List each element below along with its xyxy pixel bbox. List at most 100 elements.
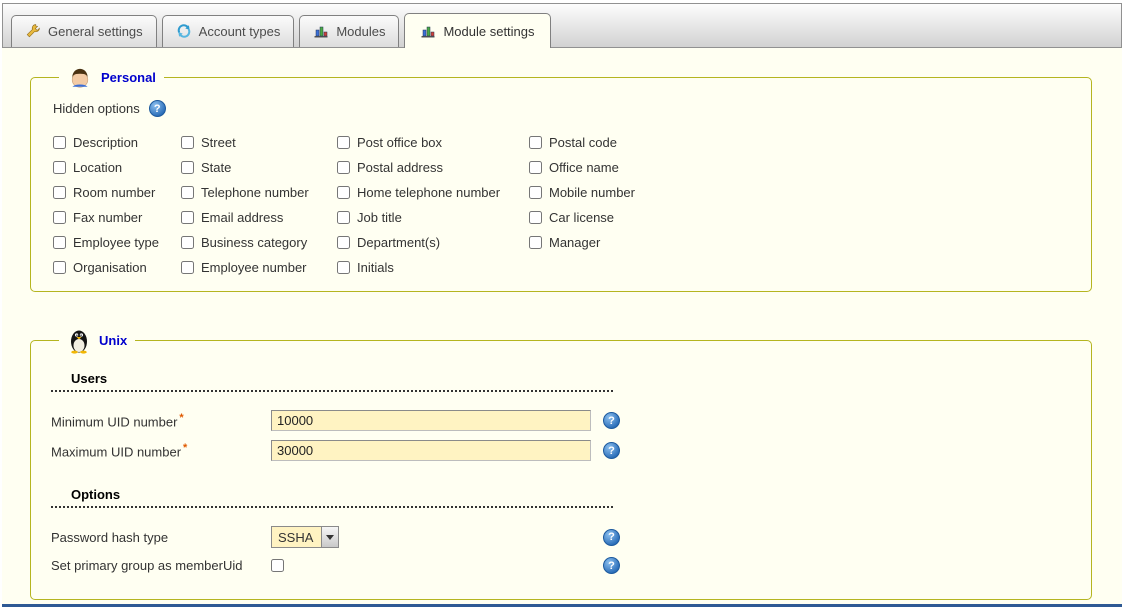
tab-label: General settings xyxy=(48,24,143,39)
checkbox[interactable] xyxy=(53,211,66,224)
tab-label: Account types xyxy=(199,24,281,39)
tux-penguin-icon xyxy=(67,326,91,355)
checkbox[interactable] xyxy=(529,161,542,174)
tab-general-settings[interactable]: General settings xyxy=(11,15,157,47)
max-uid-row: Maximum UID number* ? xyxy=(51,440,1073,461)
checkbox-label: Manager xyxy=(549,235,600,250)
tab-label: Modules xyxy=(336,24,385,39)
checkbox[interactable] xyxy=(529,136,542,149)
checkbox-label: Fax number xyxy=(73,210,142,225)
checkbox-label: Employee type xyxy=(73,235,159,250)
checkbox[interactable] xyxy=(337,186,350,199)
personal-legend-label: Personal xyxy=(101,70,156,85)
options-section-heading: Options xyxy=(51,487,613,508)
checkbox-item-location[interactable]: Location xyxy=(53,160,181,175)
help-icon[interactable]: ? xyxy=(603,412,620,429)
max-uid-input[interactable] xyxy=(271,440,591,461)
checkbox-label: Office name xyxy=(549,160,619,175)
checkbox[interactable] xyxy=(181,261,194,274)
checkbox-item-employee-type[interactable]: Employee type xyxy=(53,235,181,250)
checkbox[interactable] xyxy=(337,211,350,224)
checkbox-label: Email address xyxy=(201,210,283,225)
checkbox[interactable] xyxy=(181,211,194,224)
users-heading-label: Users xyxy=(71,371,107,386)
checkbox-label: Telephone number xyxy=(201,185,309,200)
checkbox-label: Street xyxy=(201,135,236,150)
checkbox-item-business-category[interactable]: Business category xyxy=(181,235,337,250)
checkbox[interactable] xyxy=(181,161,194,174)
checkbox[interactable] xyxy=(181,186,194,199)
checkbox-label: Postal address xyxy=(357,160,443,175)
checkbox-item-initials[interactable]: Initials xyxy=(337,260,529,275)
checkbox[interactable] xyxy=(337,136,350,149)
users-section-heading: Users xyxy=(51,371,613,392)
checkbox-item-employee-number[interactable]: Employee number xyxy=(181,260,337,275)
content-area: Personal Hidden options ? Description St… xyxy=(2,48,1122,607)
checkbox[interactable] xyxy=(529,211,542,224)
checkbox-item-postal-address[interactable]: Postal address xyxy=(337,160,529,175)
checkbox[interactable] xyxy=(529,236,542,249)
checkbox-label: Home telephone number xyxy=(357,185,500,200)
checkbox-item-state[interactable]: State xyxy=(181,160,337,175)
unix-legend-label: Unix xyxy=(99,333,127,348)
checkbox-item-postal-code[interactable]: Postal code xyxy=(529,135,829,150)
options-heading-label: Options xyxy=(71,487,120,502)
checkbox[interactable] xyxy=(181,136,194,149)
checkbox[interactable] xyxy=(53,236,66,249)
password-hash-label: Password hash type xyxy=(51,530,271,545)
checkbox-item-post-office-box[interactable]: Post office box xyxy=(337,135,529,150)
checkbox-item-home-telephone-number[interactable]: Home telephone number xyxy=(337,185,529,200)
checkbox-item-job-title[interactable]: Job title xyxy=(337,210,529,225)
tab-modules[interactable]: Modules xyxy=(299,15,399,47)
checkbox-item-room-number[interactable]: Room number xyxy=(53,185,181,200)
min-uid-input[interactable] xyxy=(271,410,591,431)
tab-module-settings[interactable]: Module settings xyxy=(404,13,550,48)
checkbox[interactable] xyxy=(529,186,542,199)
checkbox-item-departments[interactable]: Department(s) xyxy=(337,235,529,250)
checkbox-item-email-address[interactable]: Email address xyxy=(181,210,337,225)
checkbox-label: Mobile number xyxy=(549,185,635,200)
dropdown-arrow-icon[interactable] xyxy=(321,527,338,547)
checkbox-item-organisation[interactable]: Organisation xyxy=(53,260,181,275)
checkbox[interactable] xyxy=(181,236,194,249)
member-uid-row: Set primary group as memberUid ? xyxy=(51,557,1073,574)
person-icon xyxy=(67,64,93,90)
sync-arrows-icon xyxy=(176,23,192,39)
checkbox-item-manager[interactable]: Manager xyxy=(529,235,829,250)
help-icon[interactable]: ? xyxy=(149,100,166,117)
checkbox-item-street[interactable]: Street xyxy=(181,135,337,150)
checkbox-item-description[interactable]: Description xyxy=(53,135,181,150)
help-icon[interactable]: ? xyxy=(603,557,620,574)
checkbox[interactable] xyxy=(53,161,66,174)
bar-chart-icon xyxy=(420,23,436,39)
checkbox-item-car-license[interactable]: Car license xyxy=(529,210,829,225)
checkbox-label: Initials xyxy=(357,260,394,275)
max-uid-label: Maximum UID number* xyxy=(51,442,271,459)
min-uid-row: Minimum UID number* ? xyxy=(51,410,1073,431)
unix-fieldset: Unix Users Minimum UID number* ? Maximum… xyxy=(30,326,1092,600)
personal-legend: Personal xyxy=(59,64,164,90)
tab-account-types[interactable]: Account types xyxy=(162,15,295,47)
checkbox-item-mobile-number[interactable]: Mobile number xyxy=(529,185,829,200)
checkbox-label: Post office box xyxy=(357,135,442,150)
hidden-options-row: Hidden options ? xyxy=(53,100,1073,117)
checkbox[interactable] xyxy=(53,186,66,199)
help-icon[interactable]: ? xyxy=(603,442,620,459)
checkbox-label: Job title xyxy=(357,210,402,225)
checkbox[interactable] xyxy=(53,136,66,149)
password-hash-select[interactable]: SSHA xyxy=(271,526,339,548)
checkbox-item-fax-number[interactable]: Fax number xyxy=(53,210,181,225)
checkbox-item-office-name[interactable]: Office name xyxy=(529,160,829,175)
tab-bar: General settings Account types Modules M… xyxy=(2,3,1122,48)
bar-chart-icon xyxy=(313,23,329,39)
checkbox[interactable] xyxy=(53,261,66,274)
checkbox[interactable] xyxy=(337,261,350,274)
checkbox-label: Description xyxy=(73,135,138,150)
member-uid-checkbox[interactable] xyxy=(271,559,284,572)
checkbox[interactable] xyxy=(337,236,350,249)
help-icon[interactable]: ? xyxy=(603,529,620,546)
checkbox[interactable] xyxy=(337,161,350,174)
lam-configuration-page: General settings Account types Modules M… xyxy=(0,0,1124,607)
checkbox-item-telephone-number[interactable]: Telephone number xyxy=(181,185,337,200)
hidden-options-label: Hidden options xyxy=(53,101,140,116)
